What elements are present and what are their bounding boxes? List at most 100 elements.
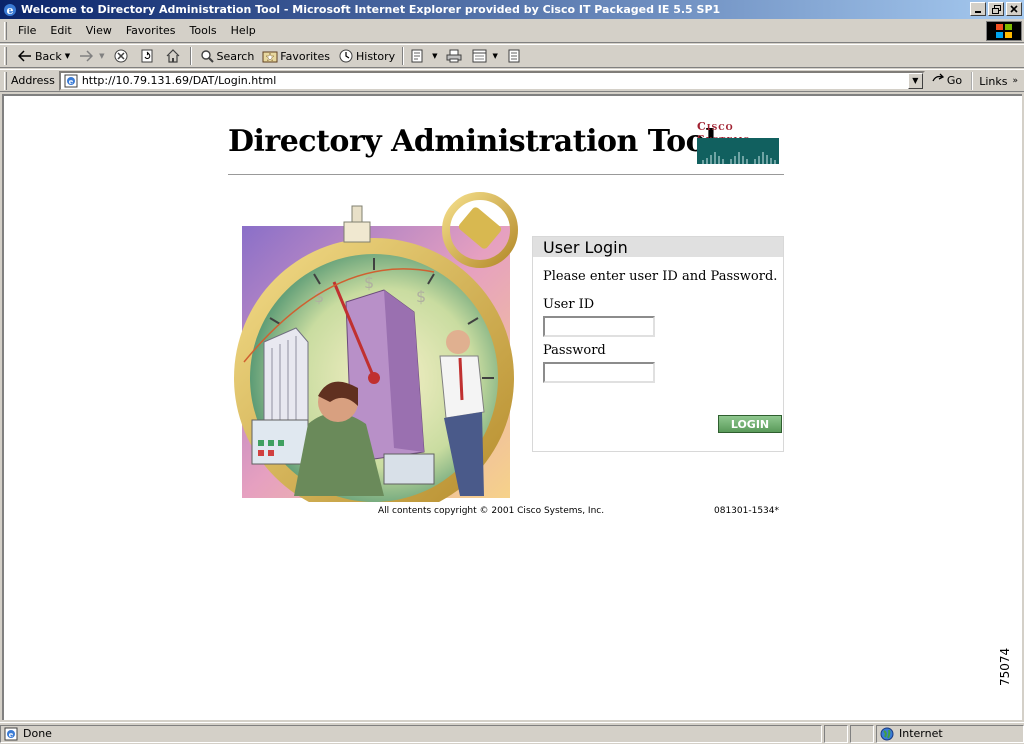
search-button[interactable]: Search (195, 46, 259, 66)
windows-logo-icon (986, 21, 1022, 41)
menu-favorites[interactable]: Favorites (119, 22, 183, 39)
login-header: User Login (533, 237, 783, 257)
zone-label: Internet (899, 727, 943, 740)
toolbar-grip[interactable] (4, 71, 7, 90)
svg-text:$: $ (416, 287, 426, 306)
home-button[interactable] (161, 46, 187, 66)
history-button[interactable]: History (334, 46, 399, 66)
status-main: e Done (0, 724, 822, 743)
search-icon (199, 48, 215, 64)
favorites-button[interactable]: Favorites (258, 46, 334, 66)
user-id-label: User ID (543, 297, 595, 312)
status-progress-cell (824, 724, 848, 743)
ie-logo-icon: e (2, 2, 18, 18)
ie-page-icon: e (63, 73, 79, 89)
mail-icon (411, 48, 427, 64)
forward-dropdown-icon[interactable]: ▼ (99, 52, 104, 60)
svg-text:e: e (7, 4, 14, 17)
chevron-down-icon: ▼ (912, 76, 919, 85)
go-button[interactable]: Go (931, 73, 962, 88)
back-arrow-icon (17, 48, 33, 64)
password-input[interactable] (543, 362, 655, 383)
back-label: Back (35, 49, 62, 63)
login-panel: User Login Please enter user ID and Pass… (532, 236, 784, 452)
toolbar-grip[interactable] (4, 21, 7, 40)
toolbar-separator (189, 47, 192, 65)
login-button[interactable]: LOGIN (718, 415, 782, 433)
browser-window: e Welcome to Directory Administration To… (0, 0, 1024, 744)
svg-text:e: e (9, 730, 14, 739)
address-input[interactable]: e http://10.79.131.69/DAT/Login.html ▼ (58, 70, 925, 91)
menu-edit[interactable]: Edit (43, 22, 78, 39)
password-label: Password (543, 343, 606, 358)
status-security-cell (850, 724, 874, 743)
restore-button[interactable] (988, 2, 1004, 16)
page-content: Directory Administration Tool Cisco Syst… (2, 94, 1022, 720)
go-arrow-icon (931, 73, 947, 88)
edit-page-icon (472, 48, 488, 64)
go-label: Go (946, 74, 963, 87)
status-text: Done (23, 727, 52, 740)
build-id: 081301-1534* (714, 506, 780, 516)
edit-dropdown-icon[interactable]: ▼ (493, 52, 498, 60)
print-icon (446, 48, 462, 64)
status-zone: Internet (876, 724, 1024, 743)
stopwatch-illustration: $ $ $ (234, 192, 518, 502)
user-id-input[interactable] (543, 316, 655, 337)
back-dropdown-icon[interactable]: ▼ (65, 52, 70, 60)
close-button[interactable] (1006, 2, 1022, 16)
toolbar-separator (402, 47, 405, 65)
stop-button[interactable] (109, 46, 135, 66)
stop-icon (113, 48, 129, 64)
minimize-icon (975, 11, 981, 13)
globe-icon (879, 726, 895, 742)
address-dropdown-button[interactable]: ▼ (907, 72, 923, 89)
links-label: Links (979, 74, 1008, 88)
svg-text:$: $ (364, 273, 374, 292)
document-icon (506, 48, 522, 64)
refresh-icon (139, 48, 155, 64)
mail-dropdown-icon[interactable]: ▼ (432, 52, 437, 60)
edit-button[interactable]: ▼ (468, 46, 502, 66)
address-label: Address (11, 74, 55, 87)
favorites-label: Favorites (280, 49, 330, 63)
window-title: Welcome to Directory Administration Tool… (21, 3, 721, 16)
home-icon (165, 48, 181, 64)
discuss-button[interactable] (502, 46, 528, 66)
menu-view[interactable]: View (79, 22, 119, 39)
close-icon (1010, 5, 1018, 13)
menu-help[interactable]: Help (224, 22, 263, 39)
menu-file[interactable]: File (11, 22, 43, 39)
forward-button[interactable]: ▼ (74, 46, 108, 66)
favorites-icon (262, 48, 278, 64)
chevron-right-icon: » (1012, 76, 1018, 86)
header-divider (228, 174, 784, 175)
login-prompt: Please enter user ID and Password. (543, 269, 778, 284)
title-bar: e Welcome to Directory Administration To… (0, 0, 1024, 19)
links-button[interactable]: Links » (971, 72, 1024, 90)
svg-text:e: e (69, 77, 74, 86)
address-bar: Address e http://10.79.131.69/DAT/Login.… (0, 69, 1024, 92)
history-icon (338, 48, 354, 64)
cisco-logo: Cisco Systems (697, 120, 783, 166)
minimize-button[interactable] (970, 2, 986, 16)
back-button[interactable]: Back ▼ (13, 46, 74, 66)
menu-tools[interactable]: Tools (183, 22, 224, 39)
refresh-button[interactable] (135, 46, 161, 66)
forward-arrow-icon (78, 48, 94, 64)
menu-bar: File Edit View Favorites Tools Help (0, 19, 1024, 43)
toolbar-grip[interactable] (4, 47, 7, 65)
search-label: Search (216, 49, 255, 63)
print-button[interactable] (442, 46, 468, 66)
cisco-bridge-icon (697, 138, 779, 164)
copyright-text: All contents copyright © 2001 Cisco Syst… (378, 506, 605, 516)
page-done-icon: e (3, 726, 19, 742)
page-title: Directory Administration Tool (228, 124, 717, 159)
standard-toolbar: Back ▼ ▼ Search Favorites History ▼ ▼ (0, 44, 1024, 68)
restore-icon (991, 4, 1001, 14)
figure-number: 75074 (998, 647, 1012, 686)
history-label: History (356, 49, 396, 63)
mail-button[interactable]: ▼ (407, 46, 441, 66)
status-bar: e Done Internet (0, 722, 1024, 744)
address-url: http://10.79.131.69/DAT/Login.html (81, 74, 277, 87)
